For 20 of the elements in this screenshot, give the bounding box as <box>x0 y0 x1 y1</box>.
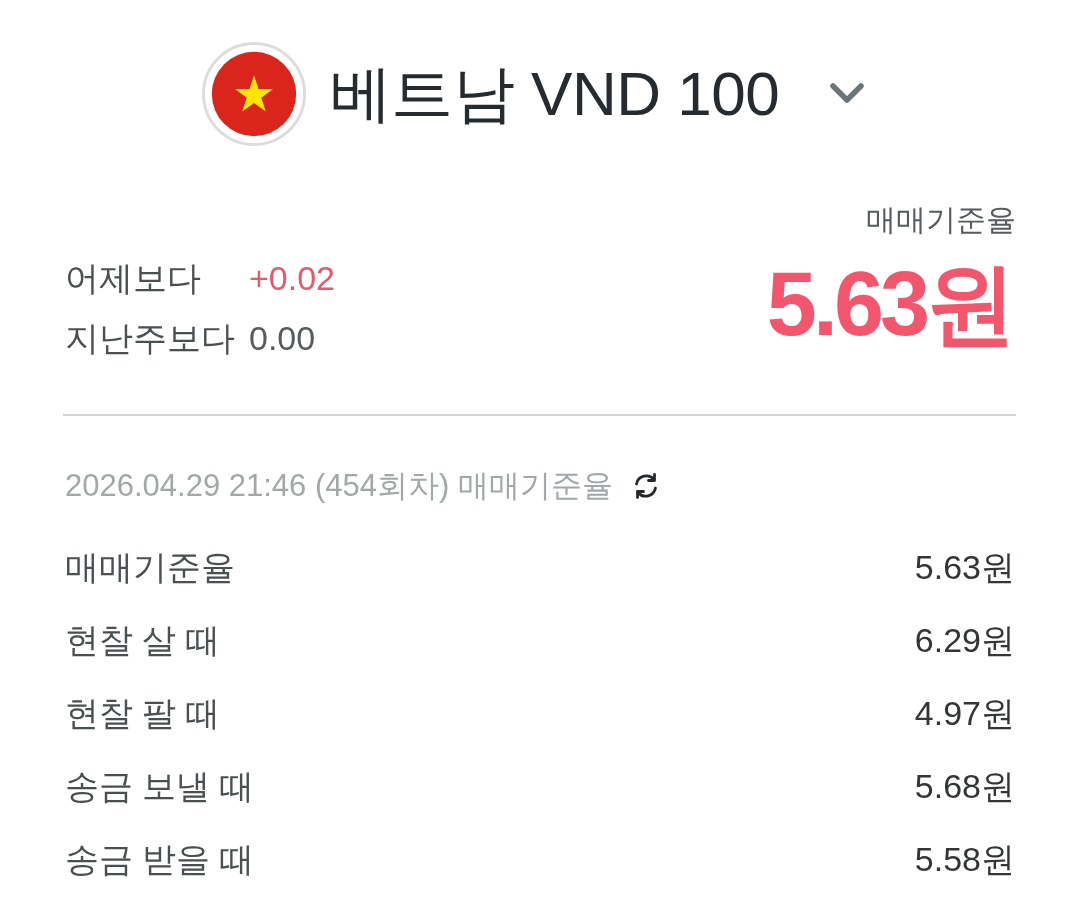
rate-type-label: 송금 보낼 때 <box>65 765 254 807</box>
rate-type-label: 송금 받을 때 <box>65 838 254 880</box>
rate-type-label: 현찰 살 때 <box>65 619 220 661</box>
currency-title: 베트남 VND 100 <box>329 63 780 125</box>
change-value: +0.02 <box>249 258 336 299</box>
rate-label: 매매기준율 <box>866 202 1016 238</box>
rate-type-value: 5.68원 <box>914 765 1015 807</box>
rate-type-label: 현찰 팔 때 <box>65 692 220 734</box>
rate-value: 5.63원 <box>766 258 1012 350</box>
rate-type-value: 5.58원 <box>914 838 1015 880</box>
rate-type-value: 4.97원 <box>914 692 1015 734</box>
change-label: 어제보다 <box>65 258 202 299</box>
rate-type-value: 5.63원 <box>914 546 1015 588</box>
flag-icon <box>201 42 306 146</box>
update-time: 2026.04.29 21:46 (454회차) 매매기준율 <box>65 467 613 505</box>
change-label: 지난주보다 <box>65 318 236 359</box>
chevron-down-icon[interactable] <box>829 82 866 106</box>
change-value: 0.00 <box>249 318 317 359</box>
rate-type-label: 매매기준율 <box>65 546 235 588</box>
rate-type-value: 6.29원 <box>914 619 1015 661</box>
